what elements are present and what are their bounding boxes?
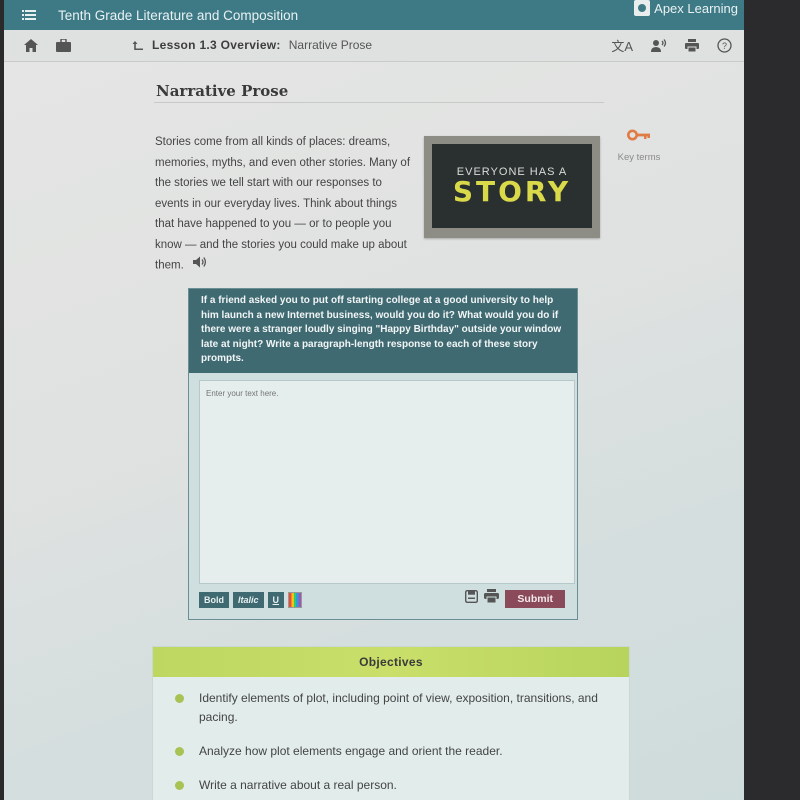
print-response-button[interactable] <box>484 589 500 608</box>
translate-button[interactable]: 文A <box>611 36 633 55</box>
section-title: Narrative Prose <box>156 82 289 100</box>
objective-text: Identify elements of plot, including poi… <box>199 691 598 724</box>
italic-button[interactable]: Italic <box>233 592 264 608</box>
title-divider <box>154 102 604 103</box>
bullet-icon <box>175 694 184 703</box>
menu-list-icon <box>22 10 36 20</box>
save-icon <box>465 589 479 603</box>
bold-button[interactable]: Bold <box>199 592 229 608</box>
apex-logo-icon <box>634 0 651 16</box>
response-textarea[interactable] <box>199 380 575 584</box>
menu-button[interactable] <box>4 10 54 20</box>
intro-paragraph: Stories come from all kinds of places: d… <box>155 132 415 276</box>
back-up-arrow-icon[interactable] <box>132 40 144 51</box>
app-screen: Tenth Grade Literature and Composition A… <box>4 0 744 800</box>
objective-text: Write a narrative about a real person. <box>199 778 397 792</box>
story-chalkboard-image: EVERYONE HAS A STORY <box>424 136 600 238</box>
brand-name: Apex Learning <box>654 0 738 16</box>
objectives-panel: Objectives Identify elements of plot, in… <box>152 646 630 800</box>
help-icon: ? <box>717 38 732 53</box>
submit-button[interactable]: Submit <box>505 589 565 608</box>
lesson-topic: Narrative Prose <box>288 38 373 52</box>
objectives-title: Objectives <box>153 647 629 677</box>
print-icon <box>484 589 500 604</box>
objective-item: Analyze how plot elements engage and ori… <box>175 742 609 761</box>
intro-text: Stories come from all kinds of places: d… <box>155 136 411 272</box>
editor-toolbar: Bold Italic U <box>199 592 303 608</box>
svg-text:?: ? <box>722 41 727 51</box>
save-button[interactable] <box>465 589 479 608</box>
course-title: Tenth Grade Literature and Composition <box>58 7 299 23</box>
objective-text: Analyze how plot elements engage and ori… <box>199 744 503 758</box>
help-button[interactable]: ? <box>717 38 732 53</box>
bullet-icon <box>175 781 184 790</box>
chalkboard-line-2: STORY <box>452 175 572 208</box>
speaker-icon <box>192 256 207 268</box>
objectives-list: Identify elements of plot, including poi… <box>153 677 629 795</box>
read-aloud-icon <box>651 39 667 52</box>
read-aloud-button[interactable] <box>651 39 667 52</box>
home-icon <box>24 39 38 52</box>
top-bar: Tenth Grade Literature and Composition A… <box>4 0 744 30</box>
brand-logo-link[interactable]: Apex Learning <box>634 0 738 16</box>
briefcase-button[interactable] <box>56 39 71 52</box>
breadcrumb: Lesson 1.3 Overview: Narrative Prose <box>132 38 372 52</box>
text-color-picker[interactable] <box>288 592 303 608</box>
journal-prompt-box: If a friend asked you to put off startin… <box>188 288 578 620</box>
print-button[interactable] <box>685 39 699 52</box>
underline-button[interactable]: U <box>267 592 285 608</box>
translate-icon: 文A <box>611 39 633 54</box>
objective-item: Identify elements of plot, including poi… <box>175 689 609 727</box>
home-button[interactable] <box>24 39 38 52</box>
objective-item: Write a narrative about a real person. <box>175 776 609 795</box>
bullet-icon <box>175 747 184 756</box>
print-icon <box>685 39 699 52</box>
audio-play-button[interactable] <box>192 255 207 276</box>
key-icon <box>627 129 650 141</box>
prompt-text: If a friend asked you to put off startin… <box>189 289 577 373</box>
key-terms-label: Key terms <box>617 152 661 163</box>
device-bezel <box>744 0 800 800</box>
briefcase-icon <box>56 39 71 52</box>
lesson-label: Lesson 1.3 Overview: <box>152 38 281 52</box>
lesson-bar: Lesson 1.3 Overview: Narrative Prose 文A … <box>4 30 744 62</box>
key-terms-button[interactable]: Key terms <box>614 128 664 164</box>
lesson-content: Narrative Prose Stories come from all ki… <box>4 62 744 800</box>
